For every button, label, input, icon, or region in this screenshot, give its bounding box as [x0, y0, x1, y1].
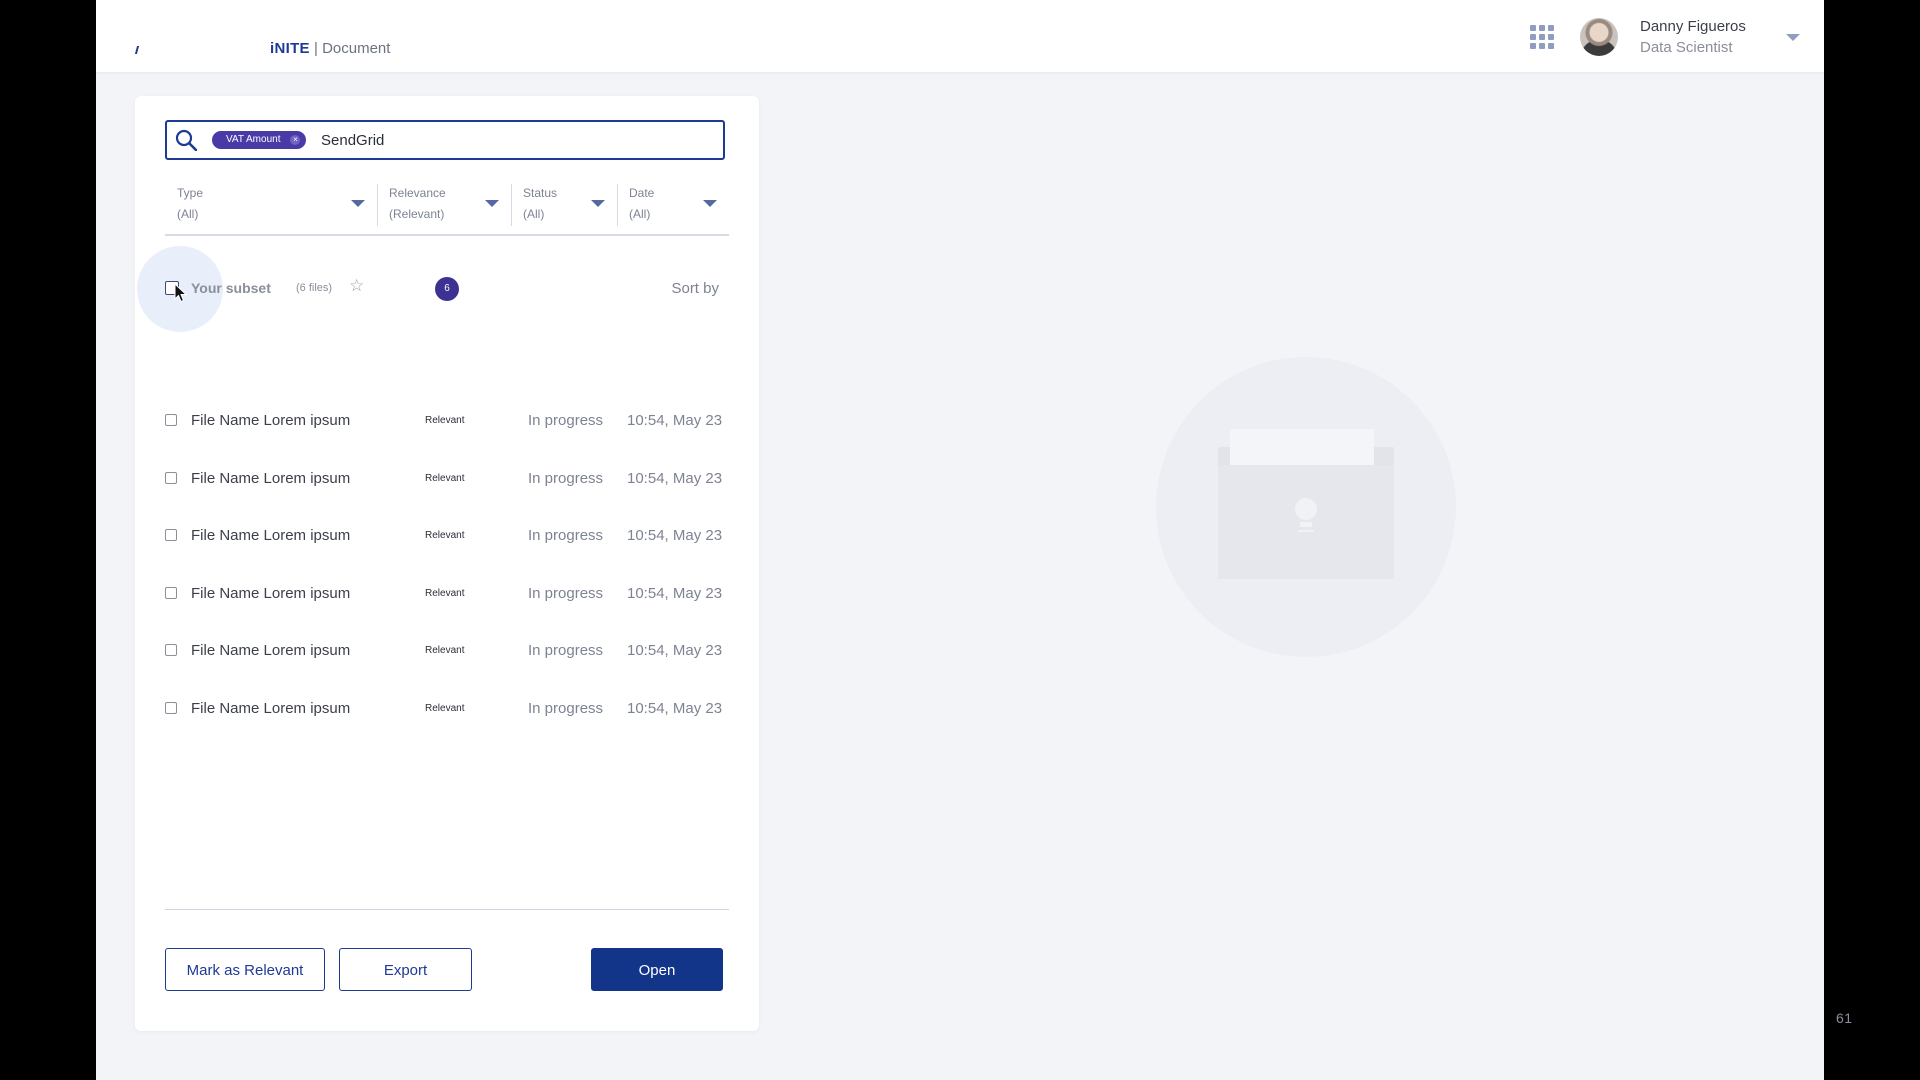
- relevance-tag: Relevant: [425, 472, 465, 484]
- filter-value: (Relevant): [389, 207, 445, 221]
- filter-label: Relevance: [389, 186, 446, 200]
- export-button[interactable]: Export: [339, 948, 472, 991]
- chevron-down-icon[interactable]: [1786, 34, 1800, 41]
- user-name: Danny Figueros: [1640, 18, 1746, 35]
- app-frame: iNITE | Document Danny Figueros Data Sci…: [96, 0, 1824, 1080]
- file-name[interactable]: File Name Lorem ipsum: [191, 585, 350, 602]
- relevance-tag: Relevant: [425, 415, 465, 426]
- chevron-down-icon[interactable]: [591, 200, 605, 207]
- subset-title: Your subset: [191, 280, 271, 296]
- user-role: Data Scientist: [1640, 39, 1733, 56]
- filter-date[interactable]: Date (All): [617, 184, 729, 226]
- chip-label: VAT Amount: [226, 134, 281, 145]
- filter-label: Status: [523, 186, 558, 200]
- mark-relevant-button[interactable]: Mark as Relevant: [165, 948, 325, 991]
- file-date: 10:54, May 23: [627, 699, 723, 717]
- filter-bar: Type (All) Relevance (Relevant) Status (…: [165, 184, 729, 236]
- subset-header: Your subset (6 files) ☆ 6 Sort by: [137, 246, 729, 332]
- file-checkbox[interactable]: [165, 701, 177, 714]
- file-list: File Name Lorem ipsum Relevant In progre…: [165, 412, 729, 773]
- lightbulb-base: [1298, 530, 1314, 532]
- paper-sheet: [1230, 429, 1374, 469]
- filter-label: Type: [177, 186, 204, 200]
- star-icon[interactable]: ☆: [349, 276, 364, 296]
- document-panel: VAT Amount × SendGrid Type (All) Relevan…: [135, 96, 759, 1031]
- grid-icon[interactable]: [1530, 25, 1554, 49]
- close-icon[interactable]: ×: [290, 135, 301, 145]
- search-input[interactable]: VAT Amount × SendGrid: [165, 120, 725, 160]
- file-date: 10:54, May 23: [627, 527, 723, 544]
- filter-label: Date: [629, 186, 655, 200]
- chevron-down-icon[interactable]: [351, 200, 365, 207]
- brand-separator: |: [309, 40, 323, 57]
- relevance-tag: Relevant: [425, 645, 465, 656]
- relevance-tag: Relevant: [425, 587, 465, 599]
- filter-value: (All): [523, 207, 545, 221]
- file-date: 10:54, May 23: [627, 584, 723, 602]
- mouse-cursor-icon: [174, 283, 188, 303]
- relevance-tag: Relevant: [425, 530, 465, 541]
- search-query[interactable]: SendGrid: [321, 132, 384, 149]
- brand-section: Document: [322, 40, 391, 57]
- file-checkbox[interactable]: [165, 414, 177, 426]
- chevron-down-icon[interactable]: [485, 200, 499, 207]
- file-status: In progress: [528, 469, 604, 487]
- logo-icon: [134, 46, 140, 54]
- file-name[interactable]: File Name Lorem ipsum: [191, 412, 350, 429]
- file-status: In progress: [528, 412, 604, 429]
- filter-status[interactable]: Status (All): [511, 184, 618, 226]
- file-row[interactable]: File Name Lorem ipsum Relevant In progre…: [165, 700, 729, 773]
- top-bar: iNITE | Document Danny Figueros Data Sci…: [96, 0, 1824, 72]
- filter-value: (All): [629, 207, 651, 221]
- subset-count: (6 files): [296, 282, 333, 294]
- file-name[interactable]: File Name Lorem ipsum: [191, 642, 350, 659]
- open-button[interactable]: Open: [591, 948, 723, 991]
- relevance-tag: Relevant: [425, 702, 465, 714]
- count-badge: 6: [435, 277, 459, 301]
- file-status: In progress: [528, 699, 604, 717]
- file-status: In progress: [528, 584, 604, 602]
- lightbulb-base: [1300, 522, 1312, 527]
- page-number: 61: [1836, 1010, 1853, 1026]
- filter-relevance[interactable]: Relevance (Relevant): [377, 184, 512, 226]
- file-checkbox[interactable]: [165, 586, 177, 599]
- avatar[interactable]: [1580, 18, 1618, 56]
- filter-chip[interactable]: VAT Amount ×: [212, 131, 307, 149]
- empty-state-illustration: [1156, 357, 1456, 657]
- file-name[interactable]: File Name Lorem ipsum: [191, 700, 350, 717]
- chevron-down-icon[interactable]: [703, 200, 717, 207]
- file-date: 10:54, May 23: [627, 469, 723, 487]
- file-status: In progress: [528, 642, 604, 659]
- file-date: 10:54, May 23: [627, 412, 723, 429]
- file-name[interactable]: File Name Lorem ipsum: [191, 470, 350, 487]
- file-checkbox[interactable]: [165, 529, 177, 541]
- file-name[interactable]: File Name Lorem ipsum: [191, 527, 350, 544]
- file-date: 10:54, May 23: [627, 642, 723, 659]
- file-checkbox[interactable]: [165, 471, 177, 484]
- file-checkbox[interactable]: [165, 644, 177, 656]
- search-icon[interactable]: [175, 129, 197, 151]
- divider: [165, 909, 729, 910]
- sort-by-button[interactable]: Sort by: [671, 280, 719, 297]
- file-status: In progress: [528, 527, 604, 544]
- breadcrumb: iNITE | Document: [270, 40, 390, 57]
- filter-type[interactable]: Type (All): [165, 184, 378, 226]
- filter-value: (All): [177, 207, 199, 221]
- brand-name: iNITE: [270, 40, 310, 57]
- lightbulb-icon: [1295, 498, 1317, 520]
